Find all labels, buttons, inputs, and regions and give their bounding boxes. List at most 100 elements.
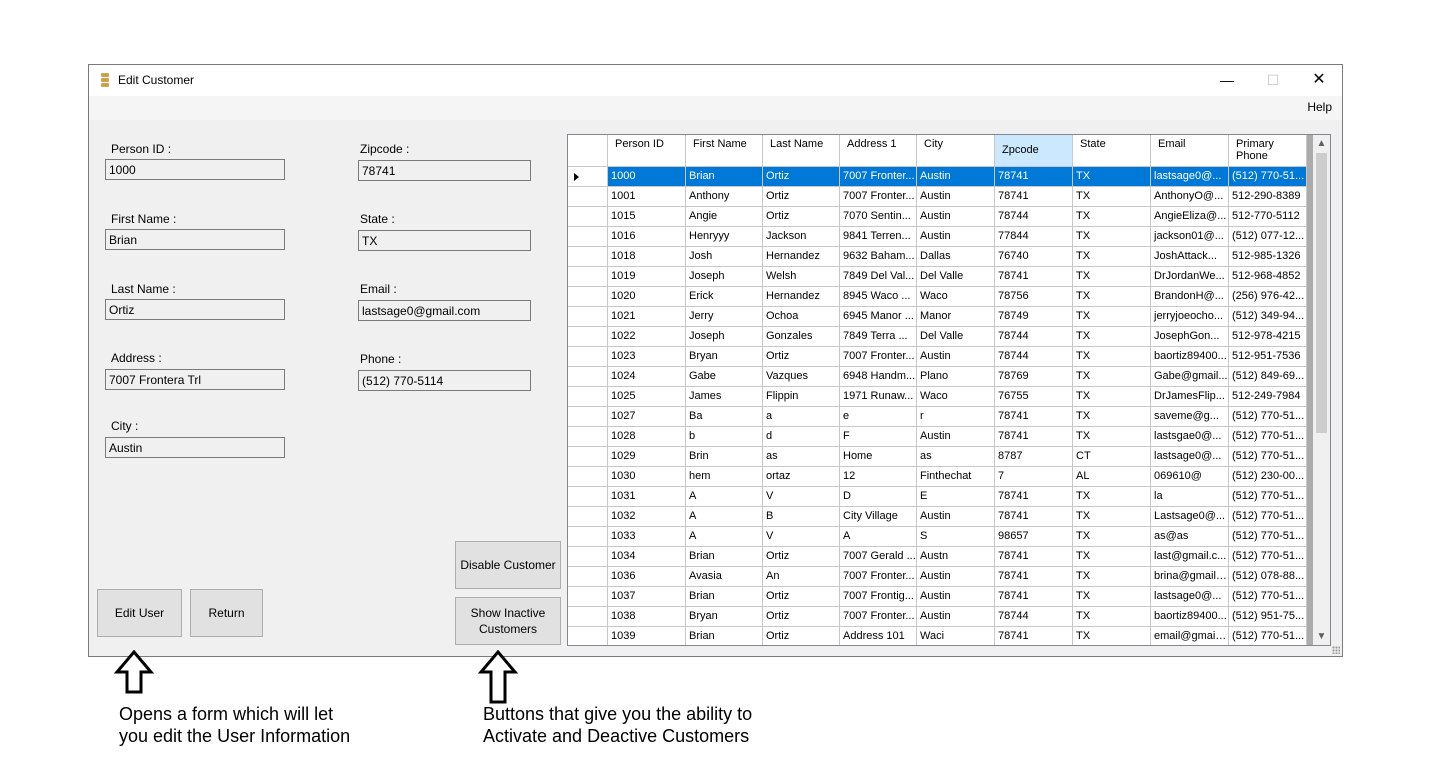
cell-state[interactable]: TX [1073,227,1151,247]
cell-city[interactable]: Waco [917,387,995,407]
cell-state[interactable]: TX [1073,247,1151,267]
minimize-icon[interactable]: — [1204,65,1250,95]
cell-city[interactable]: Austin [917,227,995,247]
row-header[interactable] [568,487,608,507]
row-header[interactable] [568,427,608,447]
cell-state[interactable]: TX [1073,207,1151,227]
cell-last[interactable]: as [763,447,840,467]
cell-phone[interactable]: (512) 770-51... [1229,167,1307,187]
cell-address[interactable]: 7007 Fronter... [840,607,917,627]
cell-last[interactable]: Ortiz [763,207,840,227]
cell-zip[interactable]: 78756 [995,287,1073,307]
state-field[interactable] [358,230,531,251]
cell-phone[interactable]: (512) 770-51... [1229,447,1307,467]
edit-user-button[interactable]: Edit User [97,589,182,637]
cell-id[interactable]: 1021 [608,307,686,327]
cell-first[interactable]: Ba [686,407,763,427]
cell-last[interactable]: Ortiz [763,627,840,645]
return-button[interactable]: Return [190,589,263,637]
cell-email[interactable]: JosephGon... [1151,327,1229,347]
cell-email[interactable]: DrJordanWe... [1151,267,1229,287]
cell-phone[interactable]: 512-978-4215 [1229,327,1307,347]
cell-phone[interactable]: (256) 976-42... [1229,287,1307,307]
cell-state[interactable]: TX [1073,327,1151,347]
cell-address[interactable]: City Village [840,507,917,527]
cell-phone[interactable]: (512) 770-51... [1229,547,1307,567]
person-id-field[interactable] [105,159,285,180]
cell-email[interactable]: DrJamesFlip... [1151,387,1229,407]
cell-state[interactable]: TX [1073,507,1151,527]
cell-zip[interactable]: 78741 [995,167,1073,187]
table-row[interactable]: 1021 Jerry Ochoa 6945 Manor ... Manor 78749 TX… [568,307,1307,327]
cell-email[interactable]: lastsage0@... [1151,447,1229,467]
cell-city[interactable]: Austin [917,207,995,227]
row-header[interactable] [568,207,608,227]
cell-last[interactable]: d [763,427,840,447]
cell-id[interactable]: 1023 [608,347,686,367]
scroll-down-icon[interactable]: ▼ [1313,628,1330,645]
cell-address[interactable]: 7849 Terra ... [840,327,917,347]
show-inactive-customers-button[interactable]: Show Inactive Customers [455,597,561,645]
cell-phone[interactable]: (512) 770-51... [1229,507,1307,527]
row-header[interactable] [568,627,608,645]
cell-first[interactable]: A [686,507,763,527]
grid-corner-header[interactable] [568,135,608,167]
cell-first[interactable]: A [686,487,763,507]
cell-phone[interactable]: (512) 230-00... [1229,467,1307,487]
zipcode-field[interactable] [358,160,531,181]
cell-last[interactable]: Gonzales [763,327,840,347]
cell-last[interactable]: V [763,527,840,547]
cell-city[interactable]: Plano [917,367,995,387]
cell-id[interactable]: 1037 [608,587,686,607]
cell-city[interactable]: Austn [917,547,995,567]
table-row[interactable]: 1038 Bryan Ortiz 7007 Fronter... Austin 78744… [568,607,1307,627]
cell-phone[interactable]: 512-290-8389 [1229,187,1307,207]
cell-address[interactable]: 1971 Runaw... [840,387,917,407]
cell-zip[interactable]: 78744 [995,327,1073,347]
cell-last[interactable]: Welsh [763,267,840,287]
cell-city[interactable]: Del Valle [917,267,995,287]
cell-state[interactable]: TX [1073,547,1151,567]
cell-phone[interactable]: (512) 077-12... [1229,227,1307,247]
cell-phone[interactable]: 512-968-4852 [1229,267,1307,287]
cell-city[interactable]: Dallas [917,247,995,267]
cell-address[interactable]: Address 101 [840,627,917,645]
cell-last[interactable]: Flippin [763,387,840,407]
cell-zip[interactable]: 78741 [995,507,1073,527]
menu-help[interactable]: Help [1307,100,1332,114]
row-header[interactable] [568,547,608,567]
table-row[interactable]: 1016 Henryyy Jackson 9841 Terren... Austin 77… [568,227,1307,247]
cell-state[interactable]: TX [1073,607,1151,627]
cell-last[interactable]: Vazques [763,367,840,387]
cell-state[interactable]: TX [1073,427,1151,447]
cell-state[interactable]: AL [1073,467,1151,487]
cell-email[interactable]: saveme@g... [1151,407,1229,427]
table-row[interactable]: 1001 Anthony Ortiz 7007 Fronter... Austin 787… [568,187,1307,207]
row-header[interactable] [568,307,608,327]
cell-address[interactable]: 7007 Fronter... [840,347,917,367]
cell-email[interactable]: la [1151,487,1229,507]
row-header[interactable] [568,467,608,487]
cell-phone[interactable]: 512-770-5112 [1229,207,1307,227]
cell-phone[interactable]: (512) 770-51... [1229,527,1307,547]
phone-field[interactable] [358,370,531,391]
cell-city[interactable]: Manor [917,307,995,327]
cell-city[interactable]: Austin [917,507,995,527]
cell-id[interactable]: 1000 [608,167,686,187]
cell-first[interactable]: Joseph [686,267,763,287]
resize-grip-icon[interactable] [1332,646,1340,654]
email-field[interactable] [358,300,531,321]
table-row[interactable]: 1028 b d F Austin 78741 TX lastsgae0@... (512) 7… [568,427,1307,447]
city-field[interactable] [105,437,285,458]
cell-address[interactable]: 6945 Manor ... [840,307,917,327]
cell-first[interactable]: Brian [686,547,763,567]
cell-city[interactable]: Del Valle [917,327,995,347]
row-header[interactable] [568,507,608,527]
row-header[interactable] [568,567,608,587]
cell-email[interactable]: last@gmail.c... [1151,547,1229,567]
cell-address[interactable]: 7007 Fronter... [840,567,917,587]
cell-zip[interactable]: 78744 [995,607,1073,627]
cell-state[interactable]: TX [1073,307,1151,327]
cell-email[interactable]: Lastsage0@... [1151,507,1229,527]
row-header[interactable] [568,607,608,627]
